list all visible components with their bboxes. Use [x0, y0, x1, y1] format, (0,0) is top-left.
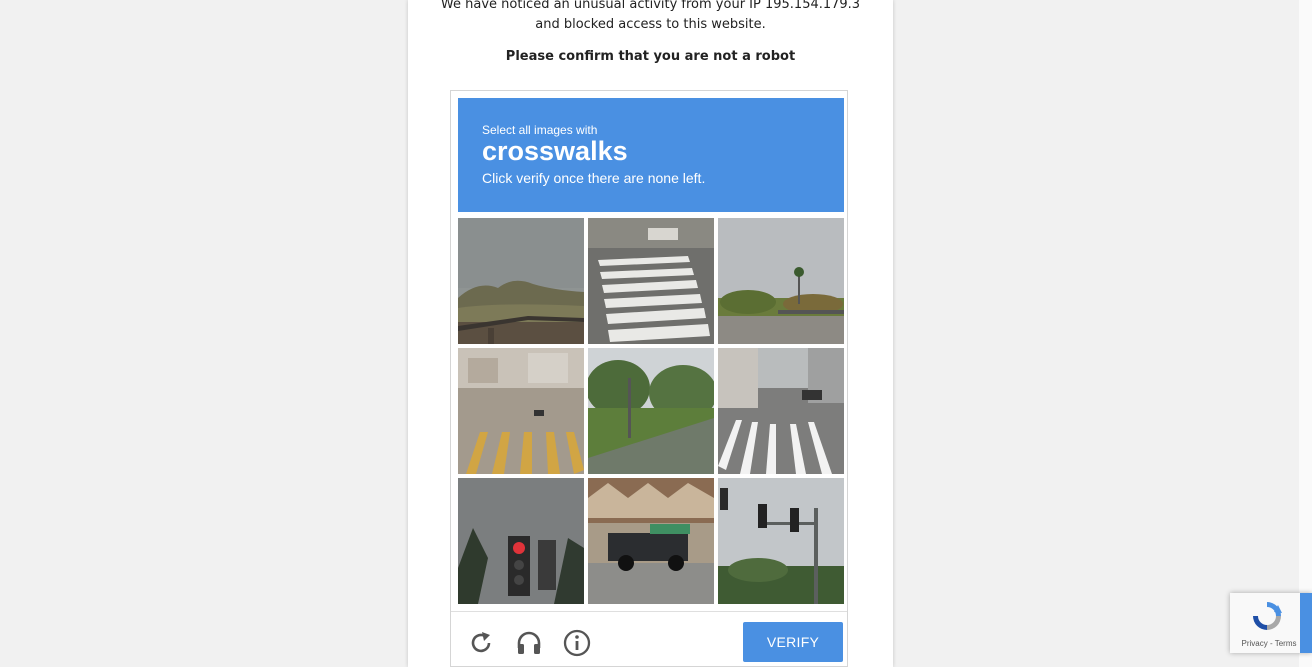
notice-ip-text: We have noticed an unusual activity from… [440, 0, 861, 12]
info-icon[interactable] [560, 626, 594, 660]
privacy-terms-link[interactable]: Privacy - Terms [1234, 639, 1304, 648]
badge-tab [1300, 593, 1312, 653]
confirm-robot-text: Please confirm that you are not a robot [505, 49, 796, 64]
captcha-header: Select all images with crosswalks Click … [458, 98, 844, 212]
tile-trees-median[interactable] [588, 348, 714, 474]
tile-overpass-hills[interactable] [458, 218, 584, 344]
instruction-small: Select all images with [482, 123, 598, 137]
tile-pickup-truck[interactable] [588, 478, 714, 604]
recaptcha-badge[interactable]: Privacy - Terms [1230, 593, 1312, 653]
recaptcha-logo-icon [1253, 602, 1282, 630]
audio-headphones-icon[interactable] [512, 626, 546, 660]
tile-yellow-crosswalk[interactable] [458, 348, 584, 474]
tile-traffic-light-red[interactable] [458, 478, 584, 604]
target-object-label: crosswalks [482, 136, 628, 166]
tile-traffic-signals-pole[interactable] [718, 478, 844, 604]
page-right-strip [1299, 0, 1312, 667]
reload-icon[interactable] [464, 626, 498, 660]
verify-button[interactable]: VERIFY [743, 622, 843, 662]
tile-palm-tree-road[interactable] [718, 218, 844, 344]
tile-crosswalk-closeup[interactable] [588, 218, 714, 344]
captcha-footer-divider [451, 611, 847, 612]
tile-street-crosswalk[interactable] [718, 348, 844, 474]
instruction-sub: Click verify once there are none left. [482, 170, 706, 186]
notice-blocked-text: and blocked access to this website. [535, 17, 766, 32]
